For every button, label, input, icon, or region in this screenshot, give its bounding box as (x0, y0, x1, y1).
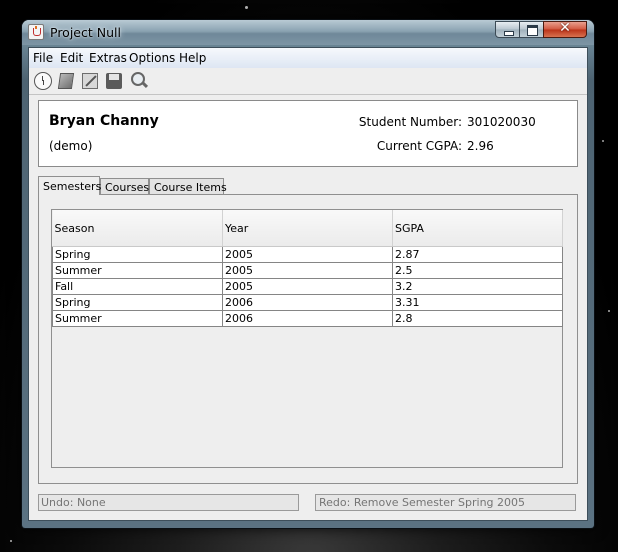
column-header-year[interactable]: Year (222, 210, 393, 247)
cell-year[interactable]: 2006 (222, 294, 393, 311)
tab-semesters[interactable]: Semesters (38, 176, 101, 195)
save-icon[interactable] (105, 71, 125, 91)
close-button[interactable]: ✕ (543, 20, 587, 38)
cell-sgpa[interactable]: 3.2 (392, 278, 563, 295)
cell-season[interactable]: Summer (52, 262, 223, 279)
cgpa-value: 2.96 (467, 139, 494, 153)
student-number-value: 301020030 (467, 115, 536, 129)
table-row[interactable]: Spring 2005 2.87 (52, 246, 563, 263)
cell-season[interactable]: Summer (52, 310, 223, 327)
menu-bar: File Edit Extras Options Help (29, 48, 587, 69)
table-header-row: Season Year SGPA (52, 210, 563, 247)
cell-sgpa[interactable]: 3.31 (392, 294, 563, 311)
desktop-star (10, 540, 12, 542)
student-number-label: Student Number: (358, 115, 462, 129)
cell-year[interactable]: 2005 (222, 278, 393, 295)
cell-sgpa[interactable]: 2.5 (392, 262, 563, 279)
java-app-icon[interactable] (28, 24, 44, 40)
new-item-icon[interactable] (57, 71, 77, 91)
cell-year[interactable]: 2005 (222, 246, 393, 263)
desktop-star (245, 6, 248, 9)
clock-icon[interactable] (33, 71, 53, 91)
cell-year[interactable]: 2005 (222, 262, 393, 279)
semesters-panel: Season Year SGPA Spring 2005 2.87 Summer (38, 194, 578, 484)
table-row[interactable]: Summer 2006 2.8 (52, 310, 563, 327)
close-icon: ✕ (559, 20, 571, 36)
app-window: Project Null ✕ File Edit Extras Options … (22, 20, 594, 528)
undo-status: Undo: None (38, 494, 299, 511)
menu-help[interactable]: Help (179, 51, 206, 65)
cell-sgpa[interactable]: 2.87 (392, 246, 563, 263)
desktop-star (608, 310, 610, 312)
cell-season[interactable]: Fall (52, 278, 223, 295)
tab-course-items[interactable]: Course Items (149, 178, 227, 194)
menu-file[interactable]: File (33, 51, 53, 65)
student-name: Bryan Channy (49, 113, 159, 129)
menu-edit[interactable]: Edit (60, 51, 83, 65)
cell-season[interactable]: Spring (52, 246, 223, 263)
cell-year[interactable]: 2006 (222, 310, 393, 327)
toolbar (29, 68, 587, 95)
column-header-season[interactable]: Season (52, 210, 223, 247)
student-info-panel: Bryan Channy (demo) Student Number: 3010… (38, 100, 578, 167)
table-row[interactable]: Fall 2005 3.2 (52, 278, 563, 295)
table-row[interactable]: Summer 2005 2.5 (52, 262, 563, 279)
menu-options[interactable]: Options (129, 51, 175, 65)
cell-season[interactable]: Spring (52, 294, 223, 311)
title-bar[interactable]: Project Null ✕ (22, 20, 594, 45)
cgpa-label: Current CGPA: (376, 139, 462, 153)
redo-status: Redo: Remove Semester Spring 2005 (315, 494, 576, 511)
cell-sgpa[interactable]: 2.8 (392, 310, 563, 327)
semesters-table-container: Season Year SGPA Spring 2005 2.87 Summer (51, 209, 563, 468)
menu-extras[interactable]: Extras (89, 51, 127, 65)
maximize-button[interactable] (519, 21, 544, 38)
search-icon[interactable] (129, 71, 149, 91)
edit-icon[interactable] (81, 71, 101, 91)
table-row[interactable]: Spring 2006 3.31 (52, 294, 563, 311)
window-title: Project Null (50, 25, 121, 40)
minimize-button[interactable] (495, 21, 520, 38)
student-note: (demo) (49, 139, 93, 153)
semesters-table: Season Year SGPA Spring 2005 2.87 Summer (52, 210, 563, 327)
desktop-star (602, 140, 604, 142)
window-client-area: File Edit Extras Options Help Bryan Chan… (28, 47, 588, 521)
tab-courses[interactable]: Courses (100, 178, 149, 194)
column-header-sgpa[interactable]: SGPA (392, 210, 563, 247)
